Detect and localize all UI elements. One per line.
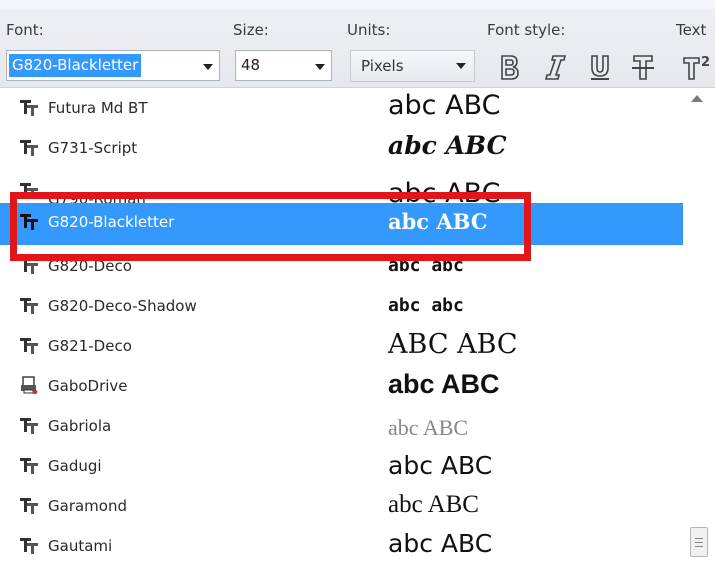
font-label: Font: — [6, 21, 44, 39]
font-preview: abc abc — [388, 295, 464, 316]
font-list-item[interactable]: G820-Blackletter abc ABC — [0, 203, 683, 245]
printer-font-icon — [19, 375, 41, 397]
text-label: Text — [676, 21, 707, 39]
font-list-item[interactable]: G820-Deco-Shadow abc abc — [0, 287, 683, 327]
font-name: Futura Md BT — [48, 99, 148, 117]
toolbar-top-strip — [0, 0, 715, 9]
font-name: Garamond — [48, 497, 127, 515]
font-preview: abc ABC — [388, 131, 507, 160]
strikethrough-icon — [632, 55, 654, 80]
font-preview: abc abc — [388, 255, 464, 276]
chevron-down-icon[interactable] — [313, 60, 327, 74]
underline-button[interactable] — [585, 52, 615, 82]
chevron-down-icon[interactable] — [201, 60, 215, 74]
font-name: Gautami — [48, 537, 113, 555]
font-toolbar: Font: Size: Units: Font style: Text G820… — [0, 0, 715, 88]
chevron-down-icon[interactable] — [456, 63, 466, 69]
font-name: G820-Blackletter — [48, 213, 175, 231]
size-combobox[interactable]: 48 — [235, 50, 332, 81]
bold-icon — [501, 55, 519, 80]
units-dropdown[interactable]: Pixels — [350, 50, 475, 82]
font-name: G821-Deco — [48, 337, 132, 355]
font-name: G820-Deco-Shadow — [48, 297, 197, 315]
font-list-item[interactable]: Gautami abc ABC — [0, 527, 683, 561]
font-name: G820-Deco — [48, 257, 132, 275]
truetype-font-icon — [19, 415, 41, 437]
font-list-item[interactable]: Garamond abc ABC — [0, 487, 683, 527]
font-list-item[interactable]: GaboDrive abc ABC — [0, 367, 683, 407]
underline-icon — [591, 55, 609, 80]
truetype-font-icon — [19, 535, 41, 557]
truetype-font-icon — [19, 211, 41, 233]
font-list-item[interactable]: Gadugi abc ABC — [0, 447, 683, 487]
units-dropdown-value: Pixels — [361, 57, 404, 75]
scroll-up-arrow-icon[interactable] — [691, 95, 703, 102]
bold-button[interactable] — [494, 52, 524, 82]
font-list-item[interactable]: G821-Deco ABC ABC — [0, 327, 683, 367]
font-name: GaboDrive — [48, 377, 128, 395]
font-list-item[interactable]: Futura Md BT abc ABC — [0, 89, 683, 129]
font-name: Gabriola — [48, 417, 112, 435]
font-list-item[interactable]: Gabriola abc ABC — [0, 407, 683, 447]
font-preview: abc ABC — [388, 491, 479, 518]
italic-button[interactable] — [540, 52, 570, 82]
truetype-font-icon — [19, 335, 41, 357]
vertical-scrollbar[interactable] — [683, 89, 715, 561]
truetype-font-icon — [19, 255, 41, 277]
font-combobox[interactable]: G820-Blackletter — [6, 50, 220, 81]
size-combobox-value[interactable]: 48 — [238, 54, 263, 77]
truetype-font-icon — [19, 495, 41, 517]
font-preview: abc ABC — [388, 415, 469, 440]
truetype-font-icon — [19, 455, 41, 477]
superscript-button[interactable]: 2 — [681, 52, 715, 82]
truetype-font-icon — [19, 137, 41, 159]
truetype-font-icon — [19, 97, 41, 119]
italic-icon — [544, 55, 567, 80]
truetype-font-icon — [19, 295, 41, 317]
size-label: Size: — [233, 21, 269, 39]
scroll-thumb[interactable] — [690, 527, 708, 557]
font-preview: abc ABC — [388, 209, 488, 234]
font-name: Gadugi — [48, 457, 102, 475]
font-combobox-value[interactable]: G820-Blackletter — [9, 54, 142, 77]
font-list-item[interactable]: G790-Roman abc ABC — [0, 172, 683, 203]
font-dialog: Font: Size: Units: Font style: Text G820… — [0, 0, 715, 561]
truetype-font-icon — [19, 180, 41, 202]
font-list[interactable]: Futura Md BT abc ABC G731-Script abc ABC G79… — [0, 89, 715, 561]
units-label: Units: — [347, 21, 391, 39]
superscript-icon: 2 — [683, 55, 710, 80]
superscript-digit: 2 — [701, 55, 710, 70]
font-list-item[interactable]: G731-Script abc ABC — [0, 129, 683, 169]
font-list-item[interactable]: G820-Deco abc abc — [0, 247, 683, 287]
font-preview: abc ABC — [388, 451, 493, 480]
grip-line — [695, 538, 703, 539]
font-preview: abc ABC — [388, 178, 501, 203]
font-preview: abc ABC — [388, 90, 501, 121]
font-preview: abc ABC — [388, 369, 500, 399]
font-name: G790-Roman — [48, 190, 146, 203]
font-preview: ABC ABC — [388, 329, 518, 360]
grip-line — [695, 542, 703, 543]
grip-line — [695, 546, 703, 547]
font-preview: abc ABC — [388, 529, 493, 558]
font-name: G731-Script — [48, 139, 138, 157]
font-style-label: Font style: — [487, 21, 566, 39]
strikethrough-button[interactable] — [628, 52, 658, 82]
